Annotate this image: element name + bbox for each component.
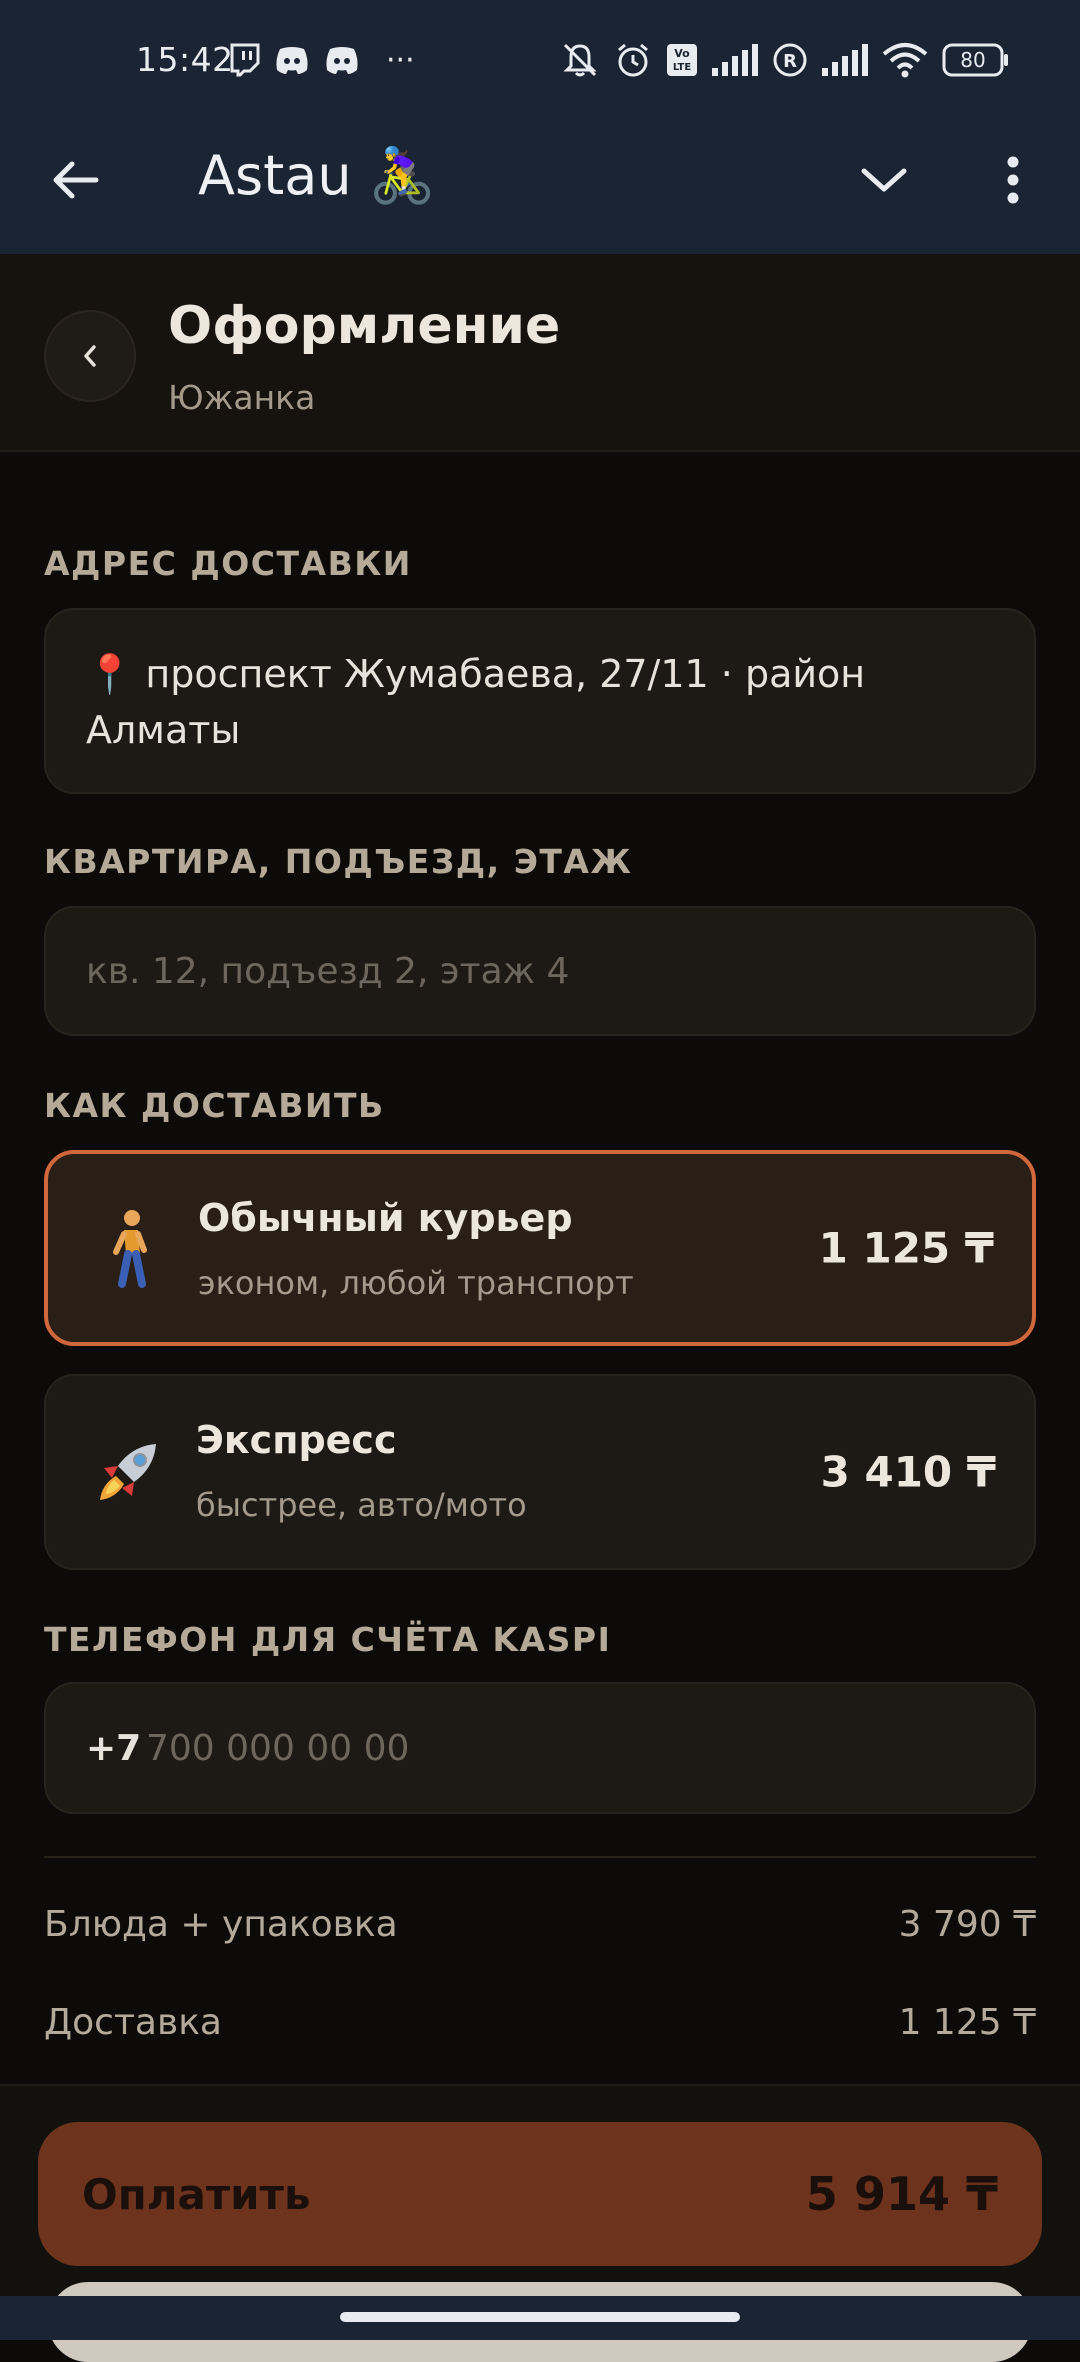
delivery-option-express[interactable]: Экспресс быстрее, авто/мото 3 410 ₸ <box>44 1374 1036 1570</box>
volte-icon: Vo LTE <box>666 43 698 77</box>
app-bar: Astau 🚴‍♀️ <box>0 124 1080 254</box>
option-subtitle: быстрее, авто/мото <box>196 1486 527 1524</box>
summary-label: Доставка <box>44 2001 222 2043</box>
app-title: Astau 🚴‍♀️ <box>198 144 436 207</box>
address-field[interactable]: 📍 проспект Жумабаева, 27/11 · район Алма… <box>44 608 1036 794</box>
discord-icon <box>274 45 310 75</box>
pay-button[interactable]: Оплатить 5 914 ₸ <box>38 2122 1042 2266</box>
wifi-icon <box>882 42 928 78</box>
header-back-button[interactable] <box>44 310 136 402</box>
rocket-icon <box>86 1430 170 1514</box>
summary-label: Блюда + упаковка <box>44 1903 398 1945</box>
pay-button-total: 5 914 ₸ <box>805 2167 998 2221</box>
address-label: АДРЕС ДОСТАВКИ <box>44 544 412 583</box>
page-title: Оформление <box>168 296 561 356</box>
back-button[interactable] <box>44 148 108 212</box>
mute-bell-icon <box>560 40 600 80</box>
overflow-dots: ··· <box>386 42 415 78</box>
summary-divider <box>44 1856 1036 1858</box>
svg-text:LTE: LTE <box>673 62 692 73</box>
signal-icon <box>822 44 868 76</box>
roaming-icon: R <box>772 42 808 78</box>
summary-row-dishes: Блюда + упаковка 3 790 ₸ <box>44 1896 1036 1952</box>
chevron-down-icon <box>861 168 907 192</box>
discord-icon <box>324 45 360 75</box>
svg-text:Vo: Vo <box>674 47 690 60</box>
apartment-input[interactable]: кв. 12, подъезд 2, этаж 4 <box>44 906 1036 1036</box>
notification-icons: ··· <box>228 40 415 80</box>
option-title: Обычный курьер <box>198 1196 573 1240</box>
arrow-left-icon <box>53 161 99 199</box>
page-subtitle: Южанка <box>168 378 316 417</box>
status-bar: 15:42 ··· Vo LTE R 80 <box>0 0 1080 124</box>
checkout-header: Оформление Южанка <box>0 254 1080 452</box>
delivery-option-regular[interactable]: Обычный курьер эконом, любой транспорт 1… <box>44 1150 1036 1346</box>
option-subtitle: эконом, любой транспорт <box>198 1264 634 1302</box>
phone-placeholder: 700 000 00 00 <box>146 1727 410 1769</box>
system-icons: Vo LTE R 80 <box>560 38 1010 82</box>
option-title: Экспресс <box>196 1418 397 1462</box>
more-vertical-icon <box>1007 156 1019 204</box>
svg-text:R: R <box>783 51 797 72</box>
chevron-left-icon <box>84 345 96 367</box>
signal-icon <box>712 44 758 76</box>
apartment-placeholder: кв. 12, подъезд 2, этаж 4 <box>86 950 570 992</box>
phone-input[interactable]: +7 700 000 00 00 <box>44 1682 1036 1814</box>
address-value: 📍 проспект Жумабаева, 27/11 · район Алма… <box>86 652 866 752</box>
pay-button-label: Оплатить <box>82 2169 311 2219</box>
summary-row-delivery: Доставка 1 125 ₸ <box>44 1994 1036 2050</box>
phone-label: ТЕЛЕФОН ДЛЯ СЧЁТА KASPI <box>44 1620 612 1659</box>
walking-person-icon <box>88 1206 172 1290</box>
twitch-icon <box>228 43 260 77</box>
summary-value: 3 790 ₸ <box>898 1903 1036 1945</box>
option-price: 1 125 ₸ <box>818 1223 994 1273</box>
top-bar: 15:42 ··· Vo LTE <box>0 0 1080 254</box>
status-time: 15:42 <box>136 40 234 79</box>
system-nav-bar <box>0 2296 1080 2340</box>
apartment-label: КВАРТИРА, ПОДЪЕЗД, ЭТАЖ <box>44 842 633 881</box>
home-indicator[interactable] <box>340 2312 740 2322</box>
collapse-button[interactable] <box>852 148 916 212</box>
battery-icon: 80 <box>942 43 1010 77</box>
summary-value: 1 125 ₸ <box>898 2001 1036 2043</box>
alarm-icon <box>614 41 652 79</box>
phone-prefix: +7 <box>86 1727 142 1769</box>
battery-level: 80 <box>960 48 986 72</box>
more-options-button[interactable] <box>985 148 1041 212</box>
option-price: 3 410 ₸ <box>820 1447 996 1497</box>
delivery-label: КАК ДОСТАВИТЬ <box>44 1086 385 1125</box>
